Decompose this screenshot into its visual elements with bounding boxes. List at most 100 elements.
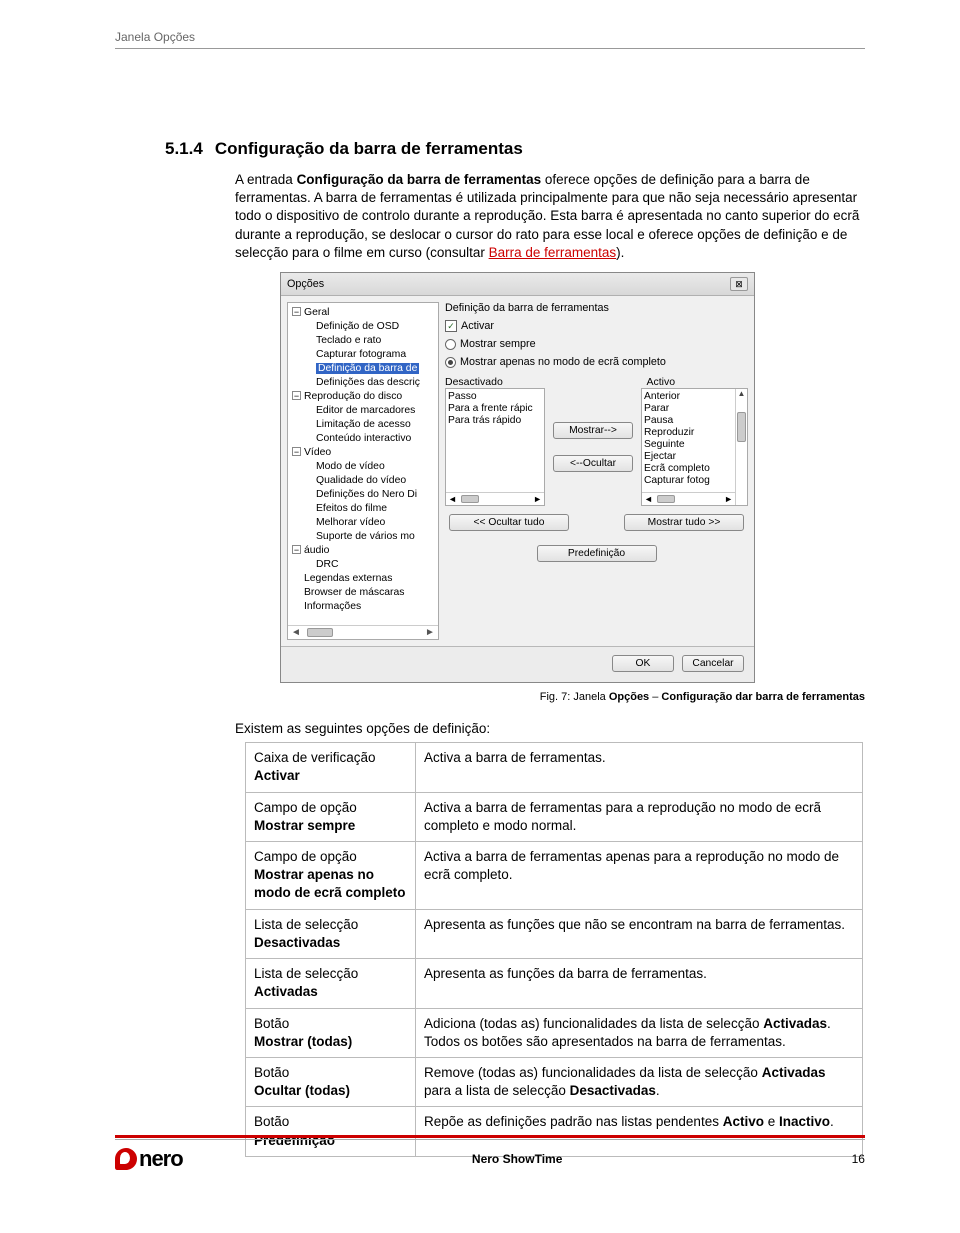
list-item[interactable]: Para a frente rápic	[448, 402, 542, 414]
tree-item[interactable]: Definições das descriç	[288, 375, 438, 389]
predef-button[interactable]: Predefinição	[537, 545, 657, 562]
toolbar-link[interactable]: Barra de ferramentas	[489, 245, 617, 260]
row-desc: Apresenta as funções que não se encontra…	[416, 909, 863, 958]
footer-center: Nero ShowTime	[472, 1152, 562, 1166]
fig-b2: Configuração dar barra de ferramentas	[661, 691, 865, 703]
list-hscrollbar[interactable]: ◄ ►	[446, 492, 544, 505]
table-row: BotãoOcultar (todas)Remove (todas as) fu…	[246, 1057, 863, 1106]
radio-always-label: Mostrar sempre	[460, 338, 536, 350]
scroll-left-icon[interactable]: ◄	[291, 627, 301, 638]
list-item[interactable]: Reproduzir	[644, 426, 733, 438]
list-item[interactable]: Capturar fotog	[644, 474, 733, 486]
tree-group[interactable]: −Geral	[288, 305, 438, 319]
list-item[interactable]: Pausa	[644, 414, 733, 426]
close-icon[interactable]: ⊠	[730, 277, 748, 291]
tree-item[interactable]: Modo de vídeo	[288, 459, 438, 473]
collapse-icon[interactable]: −	[292, 391, 301, 400]
scroll-right-icon[interactable]: ►	[533, 494, 542, 504]
tree-item[interactable]: Browser de máscaras	[288, 585, 438, 599]
collapse-icon[interactable]: −	[292, 307, 301, 316]
fig-dash: –	[649, 691, 661, 703]
list-item[interactable]: Anterior	[644, 390, 733, 402]
tree-item[interactable]: Efeitos do filme	[288, 501, 438, 515]
scroll-left-icon[interactable]: ◄	[448, 494, 457, 504]
activate-checkbox-row[interactable]: ✓ Activar	[445, 318, 748, 336]
tree-item[interactable]: Definição da barra de	[288, 361, 438, 375]
row-desc: Apresenta as funções da barra de ferrame…	[416, 959, 863, 1008]
row-desc: Activa a barra de ferramentas.	[416, 743, 863, 792]
p1a: A entrada	[235, 172, 297, 187]
col-left-header: Desactivado	[445, 376, 547, 388]
tree-hscrollbar[interactable]: ◄ ►	[288, 625, 438, 639]
list-hscrollbar[interactable]: ◄ ►	[642, 492, 735, 505]
category-tree[interactable]: −GeralDefinição de OSDTeclado e ratoCapt…	[287, 302, 439, 640]
scroll-thumb[interactable]	[461, 495, 479, 503]
activate-label: Activar	[461, 320, 494, 332]
list-item[interactable]: Parar	[644, 402, 733, 414]
row-label: BotãoMostrar (todas)	[246, 1008, 416, 1057]
scroll-thumb[interactable]	[737, 412, 746, 442]
tree-group[interactable]: −Vídeo	[288, 445, 438, 459]
show-all-button[interactable]: Mostrar tudo >>	[624, 514, 744, 531]
cancel-button[interactable]: Cancelar	[682, 655, 744, 672]
tree-item[interactable]: Qualidade do vídeo	[288, 473, 438, 487]
collapse-icon[interactable]: −	[292, 545, 301, 554]
table-row: BotãoMostrar (todas)Adiciona (todas as) …	[246, 1008, 863, 1057]
intro-paragraph: A entrada Configuração da barra de ferra…	[235, 171, 865, 262]
table-row: Caixa de verificaçãoActivarActiva a barr…	[246, 743, 863, 792]
p1d: ).	[616, 245, 624, 260]
list-item[interactable]: Para trás rápido	[448, 414, 542, 426]
row-desc: Activa a barra de ferramentas apenas par…	[416, 841, 863, 909]
list-item[interactable]: Ecrã completo	[644, 462, 733, 474]
flame-icon	[115, 1148, 137, 1170]
tree-item[interactable]: Definição de OSD	[288, 319, 438, 333]
tree-item[interactable]: Limitação de acesso	[288, 417, 438, 431]
scroll-up-icon[interactable]: ▲	[738, 389, 746, 398]
table-row: Campo de opçãoMostrar apenas no modo de …	[246, 841, 863, 909]
row-desc: Remove (todas as) funcionalidades da lis…	[416, 1057, 863, 1106]
tree-group[interactable]: −áudio	[288, 543, 438, 557]
ok-button[interactable]: OK	[612, 655, 674, 672]
radio-always-row[interactable]: Mostrar sempre	[445, 336, 748, 354]
activated-list[interactable]: AnteriorPararPausaReproduzirSeguinteEjec…	[641, 388, 748, 506]
row-label: Lista de selecçãoDesactivadas	[246, 909, 416, 958]
radio-icon[interactable]	[445, 339, 456, 350]
deactivated-list[interactable]: PassoPara a frente rápicPara trás rápido…	[445, 388, 545, 506]
tree-item[interactable]: Suporte de vários mo	[288, 529, 438, 543]
row-label: Campo de opçãoMostrar sempre	[246, 792, 416, 841]
scroll-left-icon[interactable]: ◄	[644, 494, 653, 504]
checkbox-icon[interactable]: ✓	[445, 320, 457, 332]
options-intro: Existem as seguintes opções de definição…	[235, 721, 865, 736]
hide-button[interactable]: <--Ocultar	[553, 455, 633, 472]
list-vscrollbar[interactable]: ▲	[735, 389, 747, 505]
p1b: Configuração da barra de ferramentas	[297, 172, 542, 187]
row-label: BotãoOcultar (todas)	[246, 1057, 416, 1106]
scroll-right-icon[interactable]: ►	[724, 494, 733, 504]
tree-item[interactable]: Conteúdo interactivo	[288, 431, 438, 445]
tree-item[interactable]: Definições do Nero Di	[288, 487, 438, 501]
header-text: Janela Opções	[115, 30, 195, 44]
tree-group[interactable]: −Reprodução do disco	[288, 389, 438, 403]
section-heading: 5.1.4Configuração da barra de ferramenta…	[165, 139, 865, 159]
definitions-table: Caixa de verificaçãoActivarActiva a barr…	[245, 742, 863, 1157]
hide-all-button[interactable]: << Ocultar tudo	[449, 514, 569, 531]
radio-fullscreen-row[interactable]: Mostrar apenas no modo de ecrã completo	[445, 354, 748, 372]
list-item[interactable]: Ejectar	[644, 450, 733, 462]
radio-icon[interactable]	[445, 357, 456, 368]
tree-item[interactable]: DRC	[288, 557, 438, 571]
tree-item[interactable]: Capturar fotograma	[288, 347, 438, 361]
scroll-thumb[interactable]	[657, 495, 675, 503]
row-desc: Activa a barra de ferramentas para a rep…	[416, 792, 863, 841]
tree-item[interactable]: Melhorar vídeo	[288, 515, 438, 529]
tree-item[interactable]: Teclado e rato	[288, 333, 438, 347]
tree-item[interactable]: Legendas externas	[288, 571, 438, 585]
scroll-right-icon[interactable]: ►	[425, 627, 435, 638]
list-item[interactable]: Seguinte	[644, 438, 733, 450]
tree-item[interactable]: Informações	[288, 599, 438, 613]
row-label: Lista de selecçãoActivadas	[246, 959, 416, 1008]
scroll-thumb[interactable]	[307, 628, 333, 637]
collapse-icon[interactable]: −	[292, 447, 301, 456]
list-item[interactable]: Passo	[448, 390, 542, 402]
show-button[interactable]: Mostrar-->	[553, 422, 633, 439]
tree-item[interactable]: Editor de marcadores	[288, 403, 438, 417]
